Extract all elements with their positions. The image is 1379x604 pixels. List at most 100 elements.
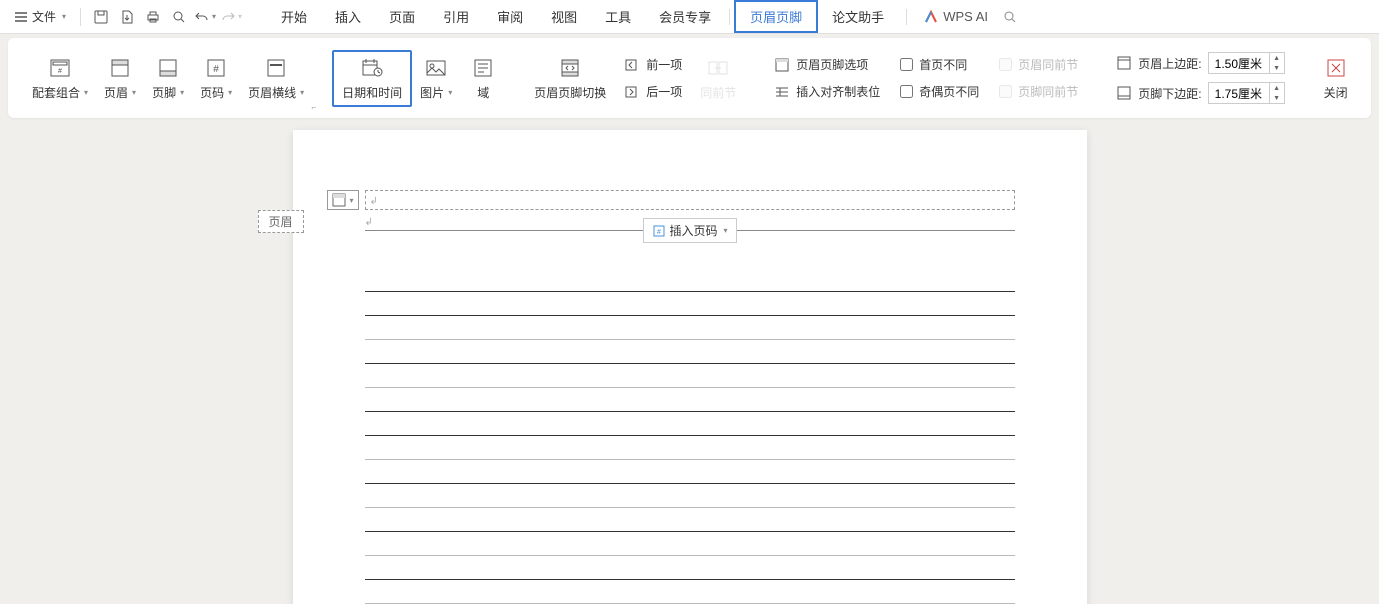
- export-button[interactable]: [115, 5, 139, 29]
- tab-header-footer[interactable]: 页眉页脚: [734, 0, 818, 33]
- down-icon[interactable]: ▼: [1270, 93, 1284, 103]
- prev-label: 前一项: [646, 56, 682, 73]
- text-line: [365, 555, 1015, 579]
- svg-text:#: #: [213, 64, 219, 75]
- first-diff-checkbox[interactable]: 首页不同: [894, 53, 985, 76]
- tab-strip: 开始 插入 页面 引用 审阅 视图 工具 会员专享 页眉页脚 论文助手: [267, 0, 898, 33]
- tab-start[interactable]: 开始: [267, 0, 321, 33]
- footer-bottom-spinner[interactable]: ▲▼: [1208, 82, 1285, 104]
- switch-button[interactable]: 页眉页脚切换: [526, 52, 614, 105]
- header-button[interactable]: 页眉▾: [96, 52, 144, 105]
- tab-icon: [774, 84, 790, 100]
- footer-bottom-row: 页脚下边距: ▲▼: [1112, 80, 1288, 106]
- next-button[interactable]: 后一项: [618, 80, 688, 103]
- wps-ai-button[interactable]: WPS AI: [923, 9, 988, 25]
- prev-button[interactable]: 前一项: [618, 53, 688, 76]
- document-area: ▾ ↲ 页眉 # 插入页码 ▾ ↲: [0, 120, 1379, 604]
- down-icon[interactable]: ▼: [1270, 63, 1284, 73]
- redo-button[interactable]: ▾: [219, 5, 243, 29]
- align-tab-label: 插入对齐制表位: [796, 83, 880, 100]
- pagenum-label: 页码: [200, 84, 224, 101]
- close-icon: [1324, 56, 1348, 80]
- close-button[interactable]: 关闭: [1313, 52, 1359, 105]
- tab-thesis[interactable]: 论文助手: [818, 0, 898, 33]
- first-diff-input[interactable]: [900, 58, 913, 71]
- header-edit-area[interactable]: ▾ ↲ 页眉 # 插入页码 ▾ ↲: [365, 190, 1015, 231]
- caret-icon: ▾: [724, 226, 728, 235]
- dialog-launcher[interactable]: ⌐: [311, 103, 316, 112]
- group-options: 页眉页脚选项 插入对齐制表位 首页不同 奇偶页不同 页眉同前节: [758, 42, 1094, 114]
- tab-review[interactable]: 审阅: [483, 0, 537, 33]
- picture-label: 图片: [420, 84, 444, 101]
- search-icon: [1002, 9, 1018, 25]
- footer-bottom-input[interactable]: [1209, 86, 1269, 100]
- print-icon: [145, 9, 161, 25]
- first-diff-label: 首页不同: [919, 56, 967, 73]
- combo-button[interactable]: # 配套组合▾: [24, 52, 96, 105]
- search-button[interactable]: [998, 5, 1022, 29]
- ai-icon: [923, 9, 939, 25]
- odd-even-checkbox[interactable]: 奇偶页不同: [894, 80, 985, 103]
- save-icon: [93, 9, 109, 25]
- switch-label: 页眉页脚切换: [534, 84, 606, 101]
- save-button[interactable]: [89, 5, 113, 29]
- redo-icon: [220, 9, 236, 25]
- header-marker-icon: [332, 193, 346, 207]
- tab-page[interactable]: 页面: [375, 0, 429, 33]
- page[interactable]: ▾ ↲ 页眉 # 插入页码 ▾ ↲: [293, 130, 1087, 604]
- file-menu[interactable]: 文件 ▾: [8, 8, 72, 25]
- header-marker[interactable]: ▾: [327, 190, 359, 210]
- header-input-box[interactable]: ↲ 页眉 # 插入页码 ▾: [365, 190, 1015, 210]
- header-line-button[interactable]: 页眉横线▾: [240, 52, 312, 105]
- up-icon[interactable]: ▲: [1270, 53, 1284, 63]
- group-close: 关闭: [1307, 42, 1365, 114]
- header-same-input: [999, 58, 1012, 71]
- export-icon: [119, 9, 135, 25]
- text-line: [365, 315, 1015, 339]
- datetime-label: 日期和时间: [342, 84, 402, 101]
- text-line: [365, 363, 1015, 387]
- field-label: 域: [477, 84, 489, 101]
- odd-even-label: 奇偶页不同: [919, 83, 979, 100]
- footer-bottom-label: 页脚下边距:: [1138, 85, 1201, 102]
- datetime-button[interactable]: 日期和时间: [332, 50, 412, 107]
- prev-icon: [624, 57, 640, 73]
- picture-icon: [424, 56, 448, 80]
- header-top-input[interactable]: [1209, 56, 1269, 70]
- text-line: [365, 507, 1015, 531]
- tab-reference[interactable]: 引用: [429, 0, 483, 33]
- footer-same-checkbox: 页脚同前节: [993, 80, 1084, 103]
- insert-pagenum-button[interactable]: # 插入页码 ▾: [642, 218, 736, 243]
- tab-member[interactable]: 会员专享: [645, 0, 725, 33]
- next-label: 后一项: [646, 83, 682, 100]
- text-line: [365, 339, 1015, 363]
- up-icon[interactable]: ▲: [1270, 83, 1284, 93]
- header-same-label: 页眉同前节: [1018, 56, 1078, 73]
- footer-same-label: 页脚同前节: [1018, 83, 1078, 100]
- insert-pagenum-label: 插入页码: [669, 222, 717, 239]
- tab-view[interactable]: 视图: [537, 0, 591, 33]
- group-margins: 页眉上边距: ▲▼ 页脚下边距: ▲▼: [1102, 42, 1298, 114]
- picture-button[interactable]: 图片▾: [412, 52, 460, 105]
- header-top-spinner[interactable]: ▲▼: [1208, 52, 1285, 74]
- same-prev-button[interactable]: 同前节: [692, 52, 744, 105]
- undo-button[interactable]: ▾: [193, 5, 217, 29]
- print-button[interactable]: [141, 5, 165, 29]
- next-icon: [624, 84, 640, 100]
- options-button[interactable]: 页眉页脚选项: [768, 53, 886, 76]
- footer-label: 页脚: [152, 84, 176, 101]
- tab-insert[interactable]: 插入: [321, 0, 375, 33]
- footer-button[interactable]: 页脚▾: [144, 52, 192, 105]
- pagenum-button[interactable]: # 页码▾: [192, 52, 240, 105]
- svg-text:#: #: [657, 229, 661, 236]
- header-label: 页眉: [104, 84, 128, 101]
- preview-icon: [171, 9, 187, 25]
- options-label: 页眉页脚选项: [796, 56, 868, 73]
- align-tab-button[interactable]: 插入对齐制表位: [768, 80, 886, 103]
- wps-ai-label: WPS AI: [943, 9, 988, 24]
- field-button[interactable]: 域: [460, 52, 506, 105]
- print-preview-button[interactable]: [167, 5, 191, 29]
- text-line: [365, 291, 1015, 315]
- odd-even-input[interactable]: [900, 85, 913, 98]
- tab-tools[interactable]: 工具: [591, 0, 645, 33]
